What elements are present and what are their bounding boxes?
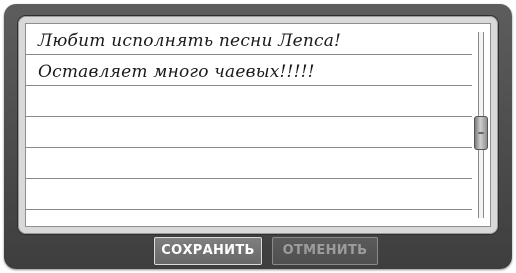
- note-line-text: Любит исполнять песни Лепса!: [38, 31, 342, 51]
- note-line: Любит исполнять песни Лепса!: [26, 24, 472, 55]
- note-line: Оставляет много чаевых!!!!!: [26, 55, 472, 86]
- note-lines: Любит исполнять песни Лепса! Оставляет м…: [26, 24, 472, 226]
- note-line: [26, 117, 472, 148]
- note-text-area[interactable]: Любит исполнять песни Лепса! Оставляет м…: [25, 23, 491, 227]
- save-button[interactable]: СОХРАНИТЬ: [154, 237, 262, 265]
- scrollbar-thumb[interactable]: [474, 115, 488, 150]
- note-line: [26, 86, 472, 117]
- cancel-button[interactable]: ОТМЕНИТЬ: [272, 237, 378, 265]
- note-editor-panel: Любит исполнять песни Лепса! Оставляет м…: [4, 4, 512, 269]
- note-line: [26, 179, 472, 210]
- note-line: [26, 148, 472, 179]
- note-paper-frame: Любит исполнять песни Лепса! Оставляет м…: [18, 16, 498, 234]
- note-line-text: Оставляет много чаевых!!!!!: [38, 62, 315, 82]
